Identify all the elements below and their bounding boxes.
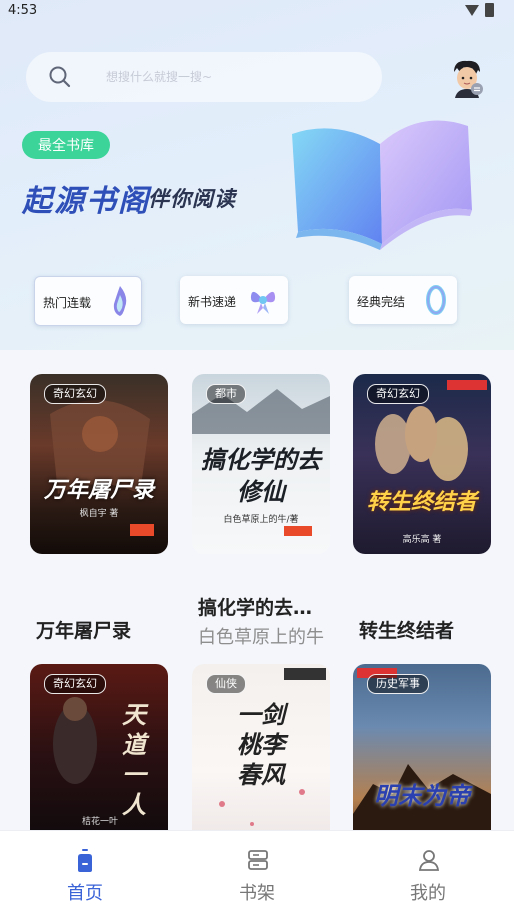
book-illustration [280, 104, 480, 254]
tab-home[interactable]: 首页 [25, 831, 145, 915]
cover-title: 万年屠尸录 [43, 478, 154, 503]
search-bar[interactable]: 想搜什么就搜一搜~ [26, 52, 382, 102]
genre-tag: 历史军事 [367, 674, 429, 694]
genre-tag: 仙侠 [206, 674, 246, 694]
hero-badge: 最全书库 [22, 131, 110, 159]
genre-tag: 都市 [206, 384, 246, 404]
tab-label: 首页 [67, 883, 103, 904]
cover-author: 桔花一叶 [81, 817, 118, 827]
bow-icon [248, 284, 278, 320]
flame-icon [109, 285, 131, 321]
cover-title: 搞化学的去修仙 [201, 446, 321, 506]
status-bar: 4:53 [0, 0, 514, 22]
battery-icon [485, 3, 494, 17]
cover-author: 高乐高 著 [402, 535, 442, 545]
book-cover: 奇幻玄幻 万年屠尸录 枫自宇 著 [30, 374, 168, 554]
category-classic-complete[interactable]: 经典完结 [349, 276, 457, 324]
book-title: 转生终结者 [359, 620, 455, 642]
cover-title: 天道一人 [122, 701, 146, 819]
cover-title: 明末为帝 [374, 782, 470, 810]
book-cover: 都市 搞化学的去修仙 白色草原上的牛/著 [192, 374, 330, 554]
profile-icon [418, 849, 440, 875]
status-icons [465, 3, 494, 17]
book-grid: 奇幻玄幻 万年屠尸录 枫自宇 著 万年屠尸录 都市 搞化学的去修仙 白色草原上的… [0, 350, 514, 844]
book-title: 万年屠尸录 [36, 620, 132, 642]
book-cover: 历史军事 明末为帝 [353, 664, 491, 844]
avatar[interactable] [450, 58, 484, 98]
category-hot-serial[interactable]: 热门连载 [34, 276, 142, 326]
ring-icon [425, 284, 447, 320]
book-cover: 仙侠 一剑桃李春风 [192, 664, 330, 844]
genre-tag: 奇幻玄幻 [367, 384, 429, 404]
category-new-books[interactable]: 新书速递 [180, 276, 288, 324]
tab-profile[interactable]: 我的 [368, 831, 488, 915]
cover-author: 白色草原上的牛/著 [223, 515, 299, 525]
category-label: 经典完结 [357, 295, 406, 309]
app-slogan-sub: 伴你阅读 [148, 187, 236, 211]
book-author: 白色草原上的牛 [198, 627, 324, 648]
bottom-tab-bar: 首页 书架 我的 [0, 830, 514, 915]
status-time: 4:53 [8, 3, 38, 18]
cover-title: 一剑桃李春风 [237, 701, 285, 789]
tab-bookshelf[interactable]: 书架 [197, 831, 317, 915]
home-icon [75, 849, 95, 877]
tab-label: 我的 [410, 883, 446, 904]
category-label: 热门连载 [43, 296, 92, 310]
bookshelf-icon [247, 849, 269, 875]
wifi-icon [465, 4, 479, 16]
search-placeholder: 想搜什么就搜一搜~ [106, 70, 213, 84]
cover-title: 转生终结者 [366, 490, 477, 515]
tab-label: 书架 [239, 883, 275, 904]
book-cover: 奇幻玄幻 转生终结者 高乐高 著 [353, 374, 491, 554]
genre-tag: 奇幻玄幻 [44, 384, 106, 404]
app-slogan: 起源书阁 [22, 184, 150, 219]
search-icon [48, 65, 72, 93]
cover-author: 枫自宇 著 [79, 509, 119, 519]
book-title: 搞化学的去修仙 [198, 597, 318, 619]
genre-tag: 奇幻玄幻 [44, 674, 106, 694]
book-cover: 奇幻玄幻 天道一人 桔花一叶 [30, 664, 168, 844]
category-label: 新书速递 [188, 295, 237, 309]
